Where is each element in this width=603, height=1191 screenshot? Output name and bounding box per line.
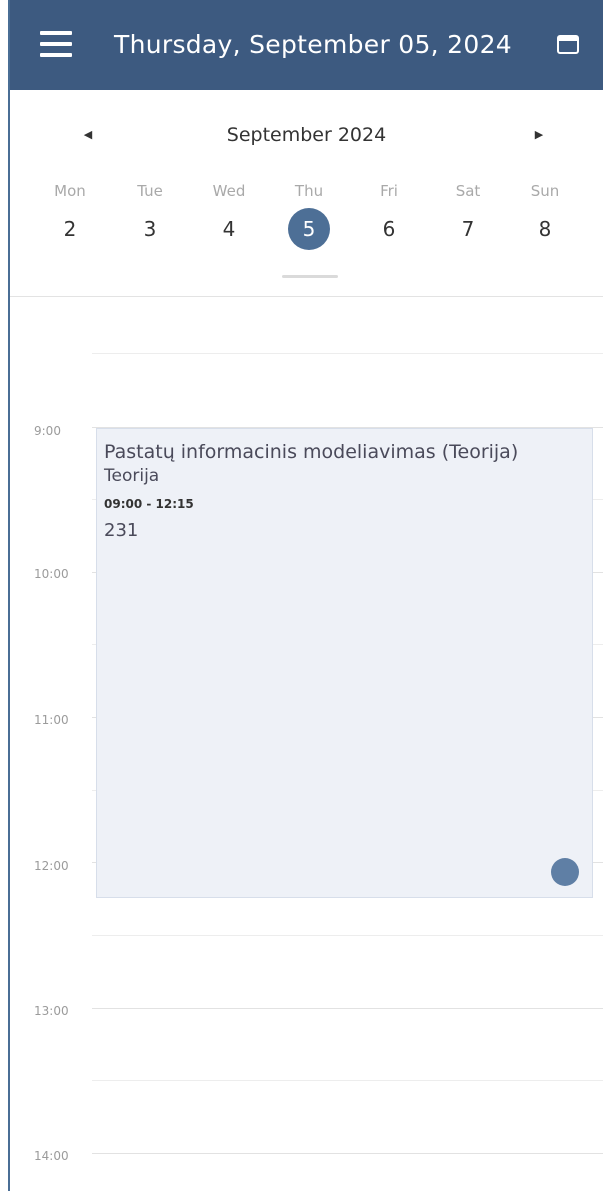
day-number: 4 xyxy=(222,217,236,241)
half-hour-line xyxy=(92,353,603,354)
day-name: Wed xyxy=(212,182,246,200)
month-label: September 2024 xyxy=(226,124,387,146)
day-fri[interactable]: Fri 6 xyxy=(359,180,419,250)
event-type: Teorija xyxy=(104,466,160,486)
event-color-dot xyxy=(551,858,579,886)
hour-label: 13:00 xyxy=(34,1004,69,1018)
day-name: Thu xyxy=(294,182,324,200)
day-sat[interactable]: Sat 7 xyxy=(438,180,498,250)
event-room: 231 xyxy=(104,520,139,541)
event-card[interactable]: Pastatų informacinis modeliavimas (Teori… xyxy=(96,428,593,898)
day-name: Tue xyxy=(137,182,163,200)
hour-label: 10:00 xyxy=(34,567,69,581)
day-sun[interactable]: Sun 8 xyxy=(515,180,575,250)
selected-day-number: 5 xyxy=(288,208,330,250)
hour-line xyxy=(92,1008,603,1009)
hour-line xyxy=(92,1153,603,1154)
day-number: 3 xyxy=(143,217,157,241)
day-name: Sun xyxy=(530,182,560,200)
day-name: Fri xyxy=(380,182,398,200)
hour-label: 9:00 xyxy=(34,424,61,438)
day-name: Sat xyxy=(455,182,481,200)
calendar-icon[interactable] xyxy=(556,33,580,55)
half-hour-line xyxy=(92,935,603,936)
day-mon[interactable]: Mon 2 xyxy=(40,180,100,250)
day-number: 6 xyxy=(382,217,396,241)
hour-label: 11:00 xyxy=(34,713,69,727)
day-thu[interactable]: Thu 5 xyxy=(279,180,339,250)
half-hour-line xyxy=(92,1080,603,1081)
day-number: 7 xyxy=(461,217,475,241)
selected-day-indicator xyxy=(282,275,338,278)
hamburger-menu-icon[interactable] xyxy=(40,31,72,57)
day-timeline[interactable]: 9:00 10:00 11:00 12:00 13:00 14:00 Pasta… xyxy=(10,297,603,1191)
event-title: Pastatų informacinis modeliavimas (Teori… xyxy=(104,441,519,463)
day-number: 8 xyxy=(538,217,552,241)
day-tue[interactable]: Tue 3 xyxy=(120,180,180,250)
day-wed[interactable]: Wed 4 xyxy=(199,180,259,250)
chevron-right-icon[interactable]: ▶ xyxy=(524,123,554,147)
app-bar: Thursday, September 05, 2024 xyxy=(10,0,603,90)
hour-label: 14:00 xyxy=(34,1149,69,1163)
hour-label: 12:00 xyxy=(34,859,69,873)
event-time: 09:00 - 12:15 xyxy=(104,497,194,511)
page-title: Thursday, September 05, 2024 xyxy=(114,30,512,59)
day-number: 2 xyxy=(63,217,77,241)
day-name: Mon xyxy=(54,182,86,200)
week-header: ◀ September 2024 ▶ Mon 2 Tue 3 Wed 4 Thu… xyxy=(10,90,603,297)
